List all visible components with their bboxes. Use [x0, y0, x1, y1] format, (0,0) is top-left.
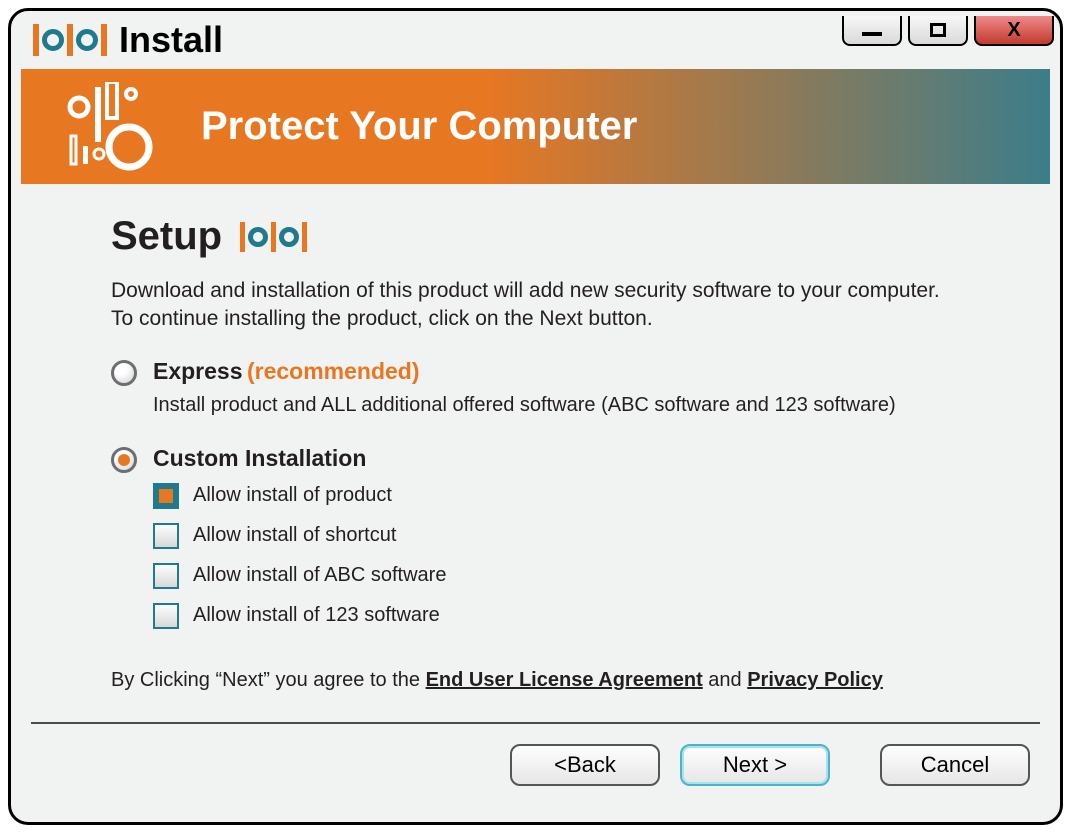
checkbox-product[interactable] [153, 483, 179, 509]
custom-checkboxes: Allow install of product Allow install o… [153, 483, 960, 629]
privacy-link[interactable]: Privacy Policy [747, 669, 883, 691]
banner-logo-icon [61, 82, 171, 172]
check-row-shortcut: Allow install of shortcut [153, 523, 960, 549]
window-title: Install [119, 19, 223, 61]
checkbox-abc-label: Allow install of ABC software [193, 564, 446, 587]
close-button[interactable]: X [974, 16, 1054, 46]
minimize-button[interactable] [842, 16, 902, 46]
check-row-product: Allow install of product [153, 483, 960, 509]
express-option-row: Express (recommended) [111, 358, 960, 386]
banner-title: Protect Your Computer [201, 104, 637, 149]
check-row-abc: Allow install of ABC software [153, 563, 960, 589]
setup-heading: Setup [111, 214, 222, 259]
maximize-icon [930, 23, 946, 37]
express-recommended: (recommended) [247, 358, 420, 384]
agreement-mid: and [703, 669, 747, 691]
custom-label: Custom Installation [153, 445, 366, 472]
setup-logo-icon [238, 222, 309, 252]
express-sublabel: Install product and ALL additional offer… [153, 394, 960, 417]
title-left: Install [31, 19, 223, 61]
checkbox-shortcut[interactable] [153, 523, 179, 549]
checkbox-123-label: Allow install of 123 software [193, 604, 440, 627]
cancel-button[interactable]: Cancel [880, 744, 1030, 786]
footer-divider [31, 722, 1040, 724]
window-controls: X [842, 16, 1054, 46]
installer-window: Install X Protect Your Computer Setup [8, 8, 1063, 825]
setup-description: Download and installation of this produc… [111, 277, 960, 334]
footer: <Back Next > Cancel [11, 724, 1060, 786]
agreement-text: By Clicking “Next” you agree to the End … [111, 669, 960, 692]
brand-logo-icon [31, 24, 109, 56]
checkbox-product-label: Allow install of product [193, 484, 392, 507]
checkbox-abc[interactable] [153, 563, 179, 589]
custom-option-row: Custom Installation [111, 445, 960, 473]
banner: Protect Your Computer [21, 69, 1050, 184]
checkbox-123[interactable] [153, 603, 179, 629]
setup-heading-row: Setup [111, 214, 960, 259]
maximize-button[interactable] [908, 16, 968, 46]
next-button[interactable]: Next > [680, 744, 830, 786]
close-icon: X [1007, 19, 1020, 42]
minimize-icon [862, 32, 882, 36]
express-label: Express [153, 358, 243, 384]
agreement-prefix: By Clicking “Next” you agree to the [111, 669, 426, 691]
custom-radio[interactable] [111, 447, 137, 473]
express-radio[interactable] [111, 360, 137, 386]
content-area: Setup Download and installation of this … [11, 184, 1060, 692]
checkbox-shortcut-label: Allow install of shortcut [193, 524, 396, 547]
back-button[interactable]: <Back [510, 744, 660, 786]
express-label-group: Express (recommended) [153, 358, 420, 385]
check-row-123: Allow install of 123 software [153, 603, 960, 629]
titlebar: Install X [11, 11, 1060, 69]
eula-link[interactable]: End User License Agreement [426, 669, 703, 691]
